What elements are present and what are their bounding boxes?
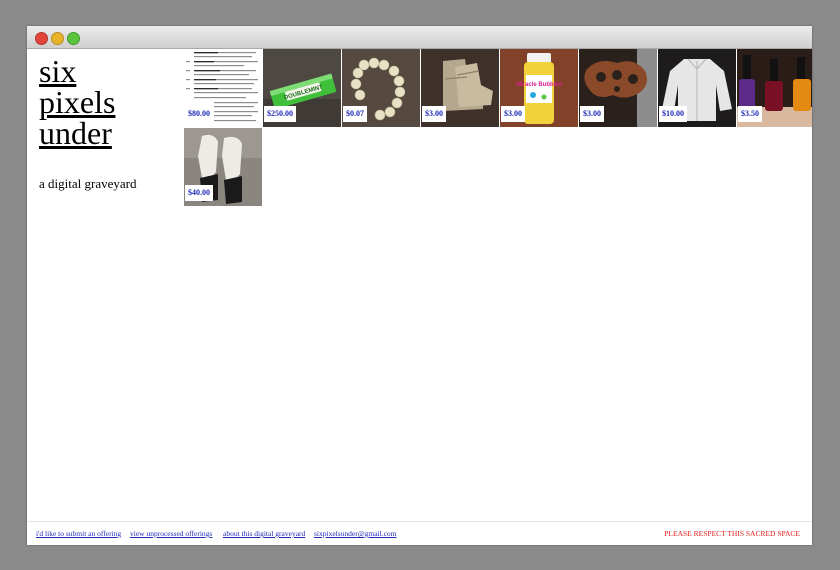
unprocessed-offerings-link[interactable]: view unprocessed offerings xyxy=(130,529,212,538)
offering-price: $3.00 xyxy=(501,106,525,122)
submit-offering-link[interactable]: i'd like to submit an offering xyxy=(36,529,121,538)
offering-price: $10.00 xyxy=(659,106,687,122)
window-titlebar xyxy=(27,26,812,49)
site-title-line-2[interactable]: pixels xyxy=(39,86,179,118)
offering-price: $3.00 xyxy=(422,106,446,122)
offering-price: $3.50 xyxy=(738,106,762,122)
offering-price: $3.00 xyxy=(580,106,604,122)
bubbles-label: Miracle Bubbles xyxy=(516,82,563,88)
email-link[interactable]: sixpixelsunder@gmail.com xyxy=(314,529,397,538)
site-title-line-3[interactable]: under xyxy=(39,117,179,149)
offering-price: $80.00 xyxy=(185,106,213,122)
offering-price: $40.00 xyxy=(185,185,213,201)
offering-tile[interactable]: $10.00 xyxy=(658,49,736,127)
offering-tile[interactable]: $0.07 xyxy=(342,49,420,127)
offering-price: $250.00 xyxy=(264,106,296,122)
offering-tile[interactable]: Miracle Bubbles $3.00 xyxy=(500,49,578,127)
offering-tile[interactable]: $40.00 xyxy=(184,128,262,206)
site-footer: i'd like to submit an offering view unpr… xyxy=(27,521,812,545)
about-graveyard-link[interactable]: about this digital graveyard xyxy=(223,529,305,538)
offering-tile[interactable]: $3.00 xyxy=(579,49,657,127)
minimize-window-button[interactable] xyxy=(51,32,64,45)
site-title: six pixels under xyxy=(39,55,179,149)
offering-price: $0.07 xyxy=(343,106,367,122)
offering-tile[interactable]: $80.00 xyxy=(184,49,262,127)
zoom-window-button[interactable] xyxy=(67,32,80,45)
sacred-space-notice: PLEASE RESPECT THIS SACRED SPACE xyxy=(664,529,800,538)
browser-window: six pixels under a digital graveyard $80… xyxy=(27,26,812,545)
site-title-line-1[interactable]: six xyxy=(39,55,179,87)
offering-tile[interactable]: $3.00 xyxy=(421,49,499,127)
offering-tile[interactable]: $3.50 xyxy=(737,49,812,127)
close-window-button[interactable] xyxy=(35,32,48,45)
offering-tile[interactable]: DOUBLEMINT $250.00 xyxy=(263,49,341,127)
site-tagline: a digital graveyard xyxy=(39,176,137,191)
